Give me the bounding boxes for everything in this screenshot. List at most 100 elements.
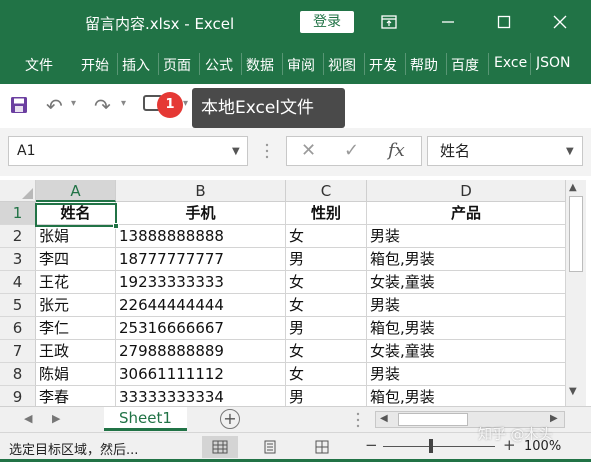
cell-name[interactable]: 张娟 (36, 225, 116, 248)
zoom-slider[interactable] (383, 446, 495, 447)
cell-gender[interactable]: 男 (286, 248, 367, 271)
cell-product[interactable]: 男装 (367, 363, 566, 386)
cell-product[interactable]: 箱包,男装 (367, 248, 566, 271)
qat-customize-icon[interactable]: ▾ (183, 98, 188, 109)
page-layout-view-icon[interactable] (252, 436, 288, 458)
undo-icon[interactable]: ↶ (46, 94, 63, 118)
tab-json[interactable]: JSON (536, 55, 573, 71)
cell-gender[interactable]: 女 (286, 225, 367, 248)
undo-dropdown-icon[interactable]: ▾ (71, 98, 76, 109)
row-header[interactable]: 8 (0, 363, 36, 386)
formula-input[interactable]: 姓名 (427, 136, 583, 166)
cell-gender[interactable]: 女 (286, 294, 367, 317)
cell-name[interactable]: 李仁 (36, 317, 116, 340)
vertical-scrollbar[interactable]: ▲ ▼ (566, 180, 586, 406)
login-button[interactable]: 登录 (300, 11, 354, 33)
next-sheet-icon[interactable]: ▶ (52, 412, 60, 425)
cell-product[interactable]: 箱包,男装 (367, 317, 566, 340)
cell-name[interactable]: 张元 (36, 294, 116, 317)
page-break-view-icon[interactable] (304, 436, 340, 458)
cell-phone[interactable]: 33333333334 (116, 386, 286, 406)
horizontal-scroll-thumb[interactable] (398, 413, 468, 426)
tab-help[interactable]: 帮助 (410, 55, 438, 75)
header-cell-product[interactable]: 产品 (367, 202, 566, 225)
tab-formulas[interactable]: 公式 (205, 55, 233, 75)
tab-view[interactable]: 视图 (328, 55, 356, 75)
zoom-out-button[interactable]: − (365, 436, 378, 454)
cell-gender[interactable]: 男 (286, 386, 367, 406)
scroll-up-icon[interactable]: ▲ (569, 182, 577, 193)
cell-product[interactable]: 女装,童装 (367, 340, 566, 363)
scroll-down-icon[interactable]: ▼ (569, 386, 577, 397)
row-header[interactable]: 1 (0, 202, 36, 225)
maximize-icon[interactable] (489, 8, 519, 36)
cell-product[interactable]: 男装 (367, 294, 566, 317)
tab-insert[interactable]: 插入 (122, 55, 150, 75)
tab-page[interactable]: 页面 (163, 55, 191, 75)
cell-gender[interactable]: 男 (286, 317, 367, 340)
cell-phone[interactable]: 19233333333 (116, 271, 286, 294)
cell-name[interactable]: 王政 (36, 340, 116, 363)
resize-grip-icon[interactable] (265, 140, 269, 162)
tab-review[interactable]: 审阅 (287, 55, 315, 75)
tab-home[interactable]: 开始 (81, 55, 109, 75)
insert-function-icon[interactable]: fx (388, 140, 405, 161)
tab-resize-grip-icon[interactable] (356, 409, 360, 431)
cell-product[interactable]: 箱包,男装 (367, 386, 566, 406)
tab-data[interactable]: 数据 (246, 55, 274, 75)
cell-phone[interactable]: 30661111112 (116, 363, 286, 386)
name-box-dropdown-icon[interactable]: ▼ (232, 146, 240, 157)
row-header[interactable]: 6 (0, 317, 36, 340)
cell-gender[interactable]: 女 (286, 340, 367, 363)
cell-phone[interactable]: 18777777777 (116, 248, 286, 271)
tab-excel-addin[interactable]: Exce (494, 55, 527, 71)
cell-product[interactable]: 女装,童装 (367, 271, 566, 294)
row-header[interactable]: 9 (0, 386, 36, 406)
cell-name[interactable]: 李春 (36, 386, 116, 406)
name-box[interactable]: A1 (8, 136, 248, 166)
header-cell-name[interactable]: 姓名 (36, 202, 116, 225)
cell-gender[interactable]: 女 (286, 363, 367, 386)
cancel-icon[interactable]: ✕ (301, 140, 316, 161)
scroll-right-icon[interactable]: ▶ (550, 413, 558, 424)
vertical-scroll-thumb[interactable] (569, 196, 583, 272)
minimize-icon[interactable] (433, 8, 463, 36)
row-header[interactable]: 5 (0, 294, 36, 317)
scroll-left-icon[interactable]: ◀ (380, 413, 388, 424)
column-header-b[interactable]: B (116, 180, 286, 202)
close-icon[interactable] (545, 8, 575, 36)
cell-phone[interactable]: 13888888888 (116, 225, 286, 248)
cell-name[interactable]: 李四 (36, 248, 116, 271)
cell-phone[interactable]: 27988888889 (116, 340, 286, 363)
cell-phone[interactable]: 25316666667 (116, 317, 286, 340)
column-header-d[interactable]: D (367, 180, 566, 202)
zoom-slider-thumb[interactable] (429, 439, 433, 453)
ribbon-display-icon[interactable] (374, 8, 404, 36)
cell-phone[interactable]: 22644444444 (116, 294, 286, 317)
cell-name[interactable]: 陈娟 (36, 363, 116, 386)
prev-sheet-icon[interactable]: ◀ (24, 412, 32, 425)
column-header-c[interactable]: C (286, 180, 367, 202)
tab-file[interactable]: 文件 (25, 55, 53, 75)
row-header[interactable]: 2 (0, 225, 36, 248)
cell-name[interactable]: 王花 (36, 271, 116, 294)
redo-dropdown-icon[interactable]: ▾ (121, 98, 126, 109)
cell-product[interactable]: 男装 (367, 225, 566, 248)
row-header[interactable]: 4 (0, 271, 36, 294)
row-header[interactable]: 7 (0, 340, 36, 363)
save-icon[interactable] (10, 96, 28, 114)
add-sheet-icon[interactable]: + (220, 409, 240, 429)
cell-gender[interactable]: 女 (286, 271, 367, 294)
tab-developer[interactable]: 开发 (369, 55, 397, 75)
formula-expand-icon[interactable]: ▼ (566, 146, 574, 157)
header-cell-gender[interactable]: 性别 (286, 202, 367, 225)
tab-baidu[interactable]: 百度 (451, 55, 479, 75)
normal-view-icon[interactable] (202, 436, 238, 458)
redo-icon[interactable]: ↷ (94, 94, 111, 118)
select-all-corner[interactable] (0, 180, 36, 202)
header-cell-phone[interactable]: 手机 (116, 202, 286, 225)
sheet-tab-sheet1[interactable]: Sheet1 (104, 407, 187, 431)
column-header-a[interactable]: A (36, 180, 116, 202)
row-header[interactable]: 3 (0, 248, 36, 271)
fill-handle[interactable] (113, 223, 119, 229)
